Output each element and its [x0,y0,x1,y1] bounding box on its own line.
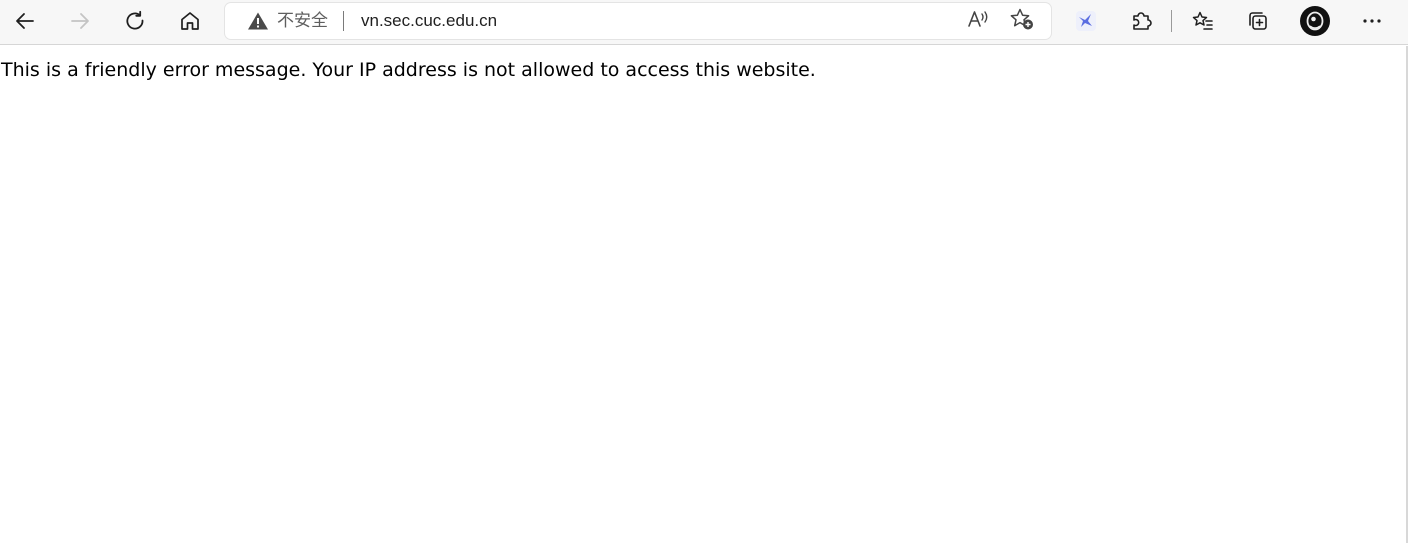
address-bar[interactable]: 不安全 vn.sec.cuc.edu.cn [225,3,1051,39]
error-message: This is a friendly error message. Your I… [1,59,816,81]
favorites-button[interactable] [1185,4,1221,38]
read-aloud-button[interactable] [961,6,995,36]
puzzle-icon [1129,9,1153,33]
refresh-button[interactable] [117,4,153,38]
home-icon [178,9,202,33]
profile-button[interactable] [1297,4,1333,38]
more-icon [1360,9,1384,33]
favorites-list-icon [1191,9,1215,33]
read-aloud-icon [966,8,990,34]
url-text[interactable]: vn.sec.cuc.edu.cn [361,11,497,31]
extensions-button[interactable] [1123,4,1159,38]
arrow-left-icon [13,9,37,33]
bird-extension-button[interactable] [1068,4,1104,38]
url-separator [343,11,344,31]
collections-icon [1246,9,1270,33]
add-favorite-button[interactable] [1005,6,1039,36]
browser-toolbar: 不安全 vn.sec.cuc.edu.cn [0,0,1408,45]
forward-button[interactable] [62,4,98,38]
security-label[interactable]: 不安全 [277,11,328,31]
page-content: This is a friendly error message. Your I… [0,46,1408,543]
warning-icon[interactable] [247,11,269,31]
arrow-right-icon [68,9,92,33]
star-plus-icon [1009,7,1035,35]
back-button[interactable] [7,4,43,38]
more-button[interactable] [1354,4,1390,38]
avatar [1299,5,1331,37]
refresh-icon [123,9,147,33]
home-button[interactable] [172,4,208,38]
bird-extension-icon [1074,9,1098,33]
toolbar-divider [1171,10,1172,32]
collections-button[interactable] [1240,4,1276,38]
